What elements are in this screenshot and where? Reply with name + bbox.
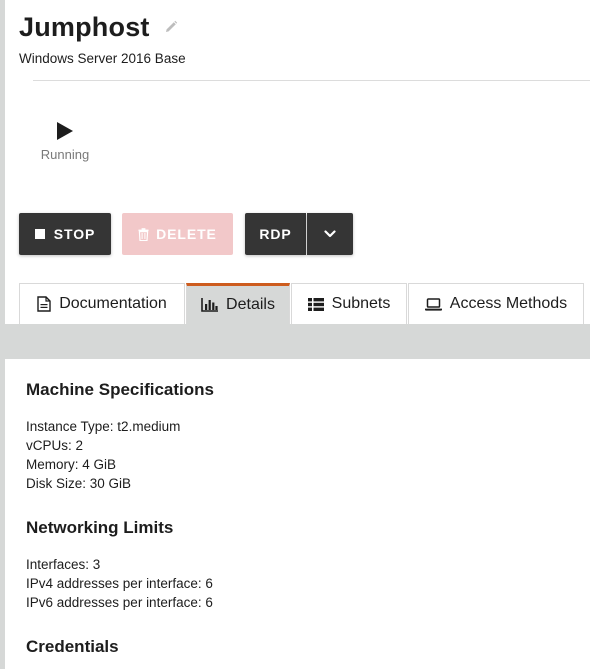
instance-image: Windows Server 2016 Base: [19, 51, 186, 66]
document-icon: [37, 296, 51, 312]
spec-interfaces: Interfaces: 3: [26, 557, 101, 572]
spec-ipv6-per-interface: IPv6 addresses per interface: 6: [26, 595, 213, 610]
header-divider: [33, 80, 590, 81]
networking-spec-list: Interfaces: 3 IPv4 addresses per interfa…: [26, 555, 214, 612]
tab-label: Subnets: [331, 295, 391, 312]
spec-vcpus: vCPUs: 2: [26, 438, 84, 453]
instance-name: Jumphost: [19, 11, 150, 42]
action-bar: STOP DELETE RDP: [19, 213, 353, 255]
rdp-button[interactable]: RDP: [245, 213, 306, 255]
instance-state: Running: [36, 121, 94, 162]
spec-instance-type: Instance Type: t2.medium: [26, 419, 181, 434]
chevron-down-icon: [324, 230, 336, 238]
tab-label: Details: [226, 296, 275, 313]
machine-spec-list: Instance Type: t2.medium vCPUs: 2 Memory…: [26, 417, 214, 493]
delete-button[interactable]: DELETE: [122, 213, 233, 255]
trash-icon: [138, 227, 149, 241]
delete-label: DELETE: [156, 226, 217, 242]
spec-disk-size: Disk Size: 30 GiB: [26, 476, 132, 491]
tab-panel-header: [5, 324, 590, 359]
section-title-credentials: Credentials: [26, 637, 119, 656]
details-panel: Machine Specifications Instance Type: t2…: [26, 379, 214, 658]
tab-label: Access Methods: [449, 295, 568, 312]
list-icon: [307, 297, 324, 311]
state-label: Running: [40, 147, 90, 162]
tab-details[interactable]: Details: [186, 283, 290, 324]
pencil-icon[interactable]: [164, 20, 178, 34]
spec-ipv4-per-interface: IPv4 addresses per interface: 6: [26, 576, 213, 591]
stop-icon: [34, 229, 45, 239]
tab-access-methods[interactable]: Access Methods: [408, 283, 584, 324]
spec-memory: Memory: 4 GiB: [26, 457, 117, 472]
instance-header: Jumphost Windows Server 2016 Base: [19, 10, 186, 67]
laptop-icon: [424, 297, 442, 311]
tab-subnets[interactable]: Subnets: [291, 283, 407, 324]
tab-documentation[interactable]: Documentation: [19, 283, 185, 324]
section-title-machine-specifications: Machine Specifications: [26, 380, 214, 399]
section-title-networking-limits: Networking Limits: [26, 518, 174, 537]
stop-label: STOP: [53, 226, 96, 242]
rdp-dropdown-button[interactable]: [307, 213, 353, 255]
stop-button[interactable]: STOP: [19, 213, 111, 255]
tab-bar: Documentation Details Subnets Access Met…: [19, 283, 585, 324]
tab-label: Documentation: [59, 295, 167, 312]
bar-chart-icon: [201, 298, 219, 312]
play-icon: [57, 122, 73, 140]
rdp-label: RDP: [259, 226, 292, 242]
